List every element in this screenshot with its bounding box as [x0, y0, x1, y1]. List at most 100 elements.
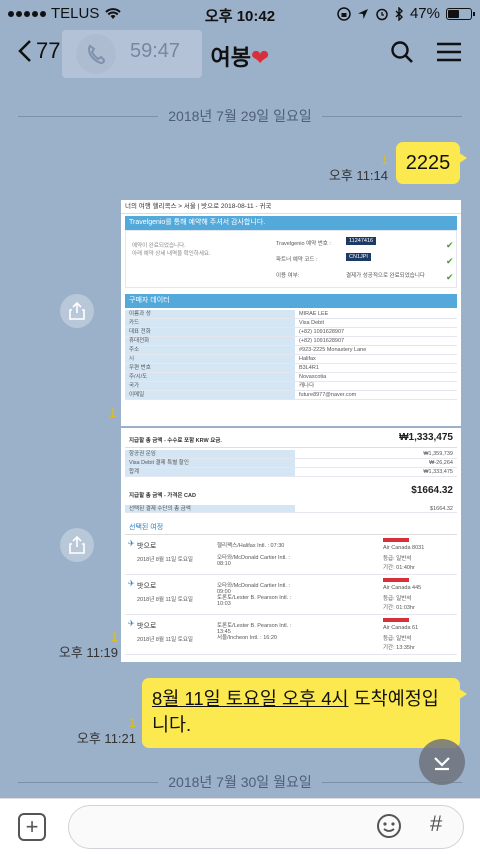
- scroll-to-bottom-button[interactable]: [419, 739, 465, 785]
- airline-code: CN1JPI: [346, 253, 371, 261]
- message-text: 2225: [405, 152, 451, 174]
- message-time: 오후 11:19: [58, 645, 118, 660]
- row-value: Visa Debit: [299, 320, 324, 326]
- table-row: 항공권 운임 ₩1,359,739: [125, 450, 457, 459]
- row-key: 우편 번호: [125, 364, 295, 372]
- flights-list: 밧으로 2018년 8월 11일 토요일 헬리팩스/Halifax Intl. : …: [125, 535, 457, 655]
- airplane-icon: ✈: [128, 579, 135, 588]
- row-value: ₩-26,264: [429, 460, 453, 466]
- bluetooth-icon: [395, 6, 403, 21]
- unread-indicator: 1: [129, 716, 136, 730]
- flight-row: 밧으로 2018년 8월 11일 토요일 헬리팩스/Halifax Intl. : …: [125, 535, 457, 575]
- airplane-icon: ✈: [128, 619, 135, 628]
- booking-id-label: Travelgenio 예약 번호 :: [276, 241, 331, 247]
- table-row: Visa Debit 결제 특별 할인 ₩-26,264: [125, 459, 457, 468]
- row-key: 이름과 성: [125, 310, 295, 318]
- flight-to: 서울/Incheon Intl. : 16:20: [217, 635, 277, 641]
- table-row: 카드 Visa Debit: [125, 319, 457, 328]
- row-value: (+82) 1091628907: [299, 329, 345, 335]
- row-key: 항공권 운임: [125, 450, 295, 458]
- chevron-down-icon: [434, 757, 450, 771]
- table-row: 시 Halifax: [125, 355, 457, 364]
- message-meta: 1: [106, 406, 116, 421]
- flights-title: 선택된 여정: [125, 521, 457, 535]
- message-meta: 1 오후 11:21: [70, 716, 136, 746]
- thanks-banner: Travelgenio를 통해 예약해 주셔서 감사합니다.: [125, 216, 457, 230]
- table-row: 휴대전화 (+82) 1091628907: [125, 337, 457, 346]
- row-value: $1664.32: [430, 505, 453, 512]
- unread-indicator: 1: [109, 406, 116, 420]
- attach-plus-icon[interactable]: +: [18, 813, 46, 841]
- flight-to: 오타와/McDonald Cartier Intl. : 08:10: [217, 555, 290, 567]
- row-key: 이메일: [125, 391, 295, 399]
- rotation-lock-icon: [337, 6, 351, 21]
- menu-icon[interactable]: [436, 41, 462, 63]
- message-bubble[interactable]: 2225: [396, 142, 467, 184]
- share-button[interactable]: [60, 294, 94, 328]
- row-key: 선택된 결제 수단의 총 금액: [125, 505, 295, 512]
- date-divider: 2018년 7월 29일 일요일: [0, 106, 480, 126]
- buyer-table: 이름과 성 MIRAE LEE 카드 Visa Debit 대표 전화 (+82) 109…: [125, 310, 457, 400]
- status-label: 이용 여부:: [276, 273, 300, 279]
- airline-code-label: 파트너 예약 코드 :: [276, 257, 318, 263]
- table-row: 이메일 future8977@naver.com: [125, 391, 457, 400]
- row-value: (+82) 1091628907: [299, 338, 345, 344]
- row-key: 카드: [125, 319, 295, 327]
- flight-direction: 밧으로: [137, 543, 157, 550]
- row-value: 캐나다: [299, 383, 315, 389]
- share-icon: [69, 302, 85, 320]
- total-cad: $1664.32: [411, 485, 453, 496]
- message-input[interactable]: [68, 805, 464, 849]
- total-cad-label: 지급할 총 금액 - 가격은 CAD: [129, 493, 196, 499]
- flight-date: 2018년 8월 11일 토요일: [137, 637, 193, 643]
- total-krw: ₩1,333,475: [399, 432, 453, 443]
- table-row: 대표 전화 (+82) 1091628907: [125, 328, 457, 337]
- flight-class: 등급: 일반석: [383, 556, 412, 562]
- emoji-icon[interactable]: [376, 813, 402, 839]
- message-bubble[interactable]: 8월 11일 토요일 오후 4시 도착예정입니다.: [142, 678, 467, 748]
- buyer-section-title: 구매자 데이터: [125, 294, 457, 308]
- booking-screenshot-image[interactable]: 너의 여행 헬리콕스 > 서울 | 밧으로 2018-08-11 - 귀국 Tr…: [121, 200, 461, 426]
- row-key: 합계: [125, 468, 295, 476]
- row-value: MIRAE LEE: [299, 311, 329, 317]
- airline-logo: [383, 578, 409, 582]
- row-value: future8977@naver.com: [299, 392, 357, 398]
- table-row: 주/시/도 Novascotia: [125, 373, 457, 382]
- message-input-bar: + #: [0, 798, 480, 854]
- search-icon[interactable]: [390, 40, 414, 64]
- flight-from: 헬리팩스/Halifax Intl. : 07:30: [217, 543, 285, 549]
- alarm-icon: [376, 8, 388, 20]
- flight-to: 토론토/Lester B. Pearson Intl. : 10:03: [217, 595, 292, 607]
- flight-direction: 밧으로: [137, 623, 157, 630]
- flight-row: 밧으로 2018년 8월 11일 토요일 토론토/Lester B. Pearson…: [125, 615, 457, 655]
- table-row: 우편 번호 B3L4R1: [125, 364, 457, 373]
- flight-duration: 기간: 01:03hr: [383, 605, 415, 611]
- row-key: Visa Debit 결제 특별 할인: [125, 459, 295, 467]
- message-link-text[interactable]: 8월 11일 토요일 오후 4시: [152, 688, 349, 709]
- status-value: 결제가 성공적으로 완료되었습니다: [346, 273, 425, 279]
- battery-percent: 47%: [409, 5, 440, 22]
- flight-airline: Air Canada 8031: [383, 545, 425, 551]
- flight-duration: 기간: 13:35hr: [383, 645, 415, 651]
- share-button[interactable]: [60, 528, 94, 562]
- hashtag-icon[interactable]: #: [430, 811, 442, 837]
- booking-id: 11247416: [346, 237, 377, 245]
- flight-row: 밧으로 2018년 8월 11일 토요일 오타와/McDonald Cartier …: [125, 575, 457, 615]
- location-icon: [357, 8, 368, 19]
- booking-summary: 예약이 완료되었습니다. 아래 예약 상세 내역을 확인하세요. Travelge…: [125, 230, 457, 288]
- table-row: 합계 ₩1,333,475: [125, 468, 457, 477]
- message-time: 오후 11:21: [76, 731, 136, 746]
- row-value: Novascotia: [299, 374, 327, 380]
- unread-indicator: 1: [111, 630, 118, 644]
- breadcrumb: 너의 여행 헬리콕스 > 서울 | 밧으로 2018-08-11 - 귀국: [121, 200, 461, 214]
- message-time: 오후 11:14: [328, 168, 388, 183]
- flight-duration: 기간: 01:40hr: [383, 565, 415, 571]
- flight-date: 2018년 8월 11일 토요일: [137, 597, 193, 603]
- row-key: 주/시/도: [125, 373, 295, 381]
- row-value: ₩1,359,739: [423, 451, 453, 457]
- payment-screenshot-image[interactable]: 지급할 총 금액 - 수수료 포함 KRW 요금. ₩1,333,475 항공권…: [121, 428, 461, 662]
- date-label: 2018년 7월 29일 일요일: [168, 108, 312, 124]
- battery-icon: [446, 7, 475, 20]
- airline-logo: [383, 538, 409, 542]
- airline-logo: [383, 618, 409, 622]
